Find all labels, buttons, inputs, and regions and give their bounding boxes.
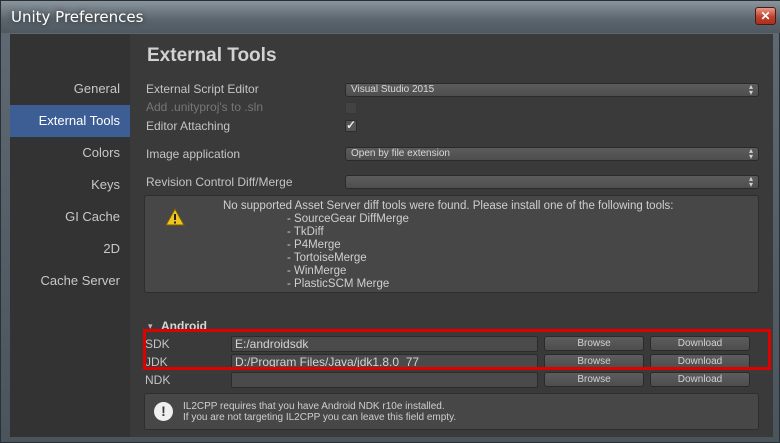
external-script-editor-label: External Script Editor bbox=[146, 82, 259, 96]
help-line-2: - TkDiff bbox=[287, 226, 324, 238]
info-icon: ! bbox=[154, 402, 173, 421]
add-unityproj-checkbox[interactable] bbox=[345, 102, 357, 114]
sidebar-item-external-tools[interactable]: External Tools bbox=[10, 105, 130, 137]
ndk-help-box: ! IL2CPP requires that you have Android … bbox=[144, 393, 759, 430]
dropdown-arrows-icon: ▴ ▾ bbox=[748, 146, 753, 161]
revision-control-label: Revision Control Diff/Merge bbox=[146, 175, 293, 189]
diff-tools-message: No supported Asset Server diff tools wer… bbox=[223, 200, 673, 291]
help-line-6: - PlasticSCM Merge bbox=[287, 278, 390, 290]
sidebar-item-colors[interactable]: Colors bbox=[10, 137, 130, 169]
close-icon: ✕ bbox=[760, 9, 771, 23]
sidebar: General External Tools Colors Keys GI Ca… bbox=[10, 34, 130, 437]
help-line-1: - SourceGear DiffMerge bbox=[287, 213, 409, 225]
sidebar-item-cache-server[interactable]: Cache Server bbox=[10, 265, 130, 297]
external-script-editor-dropdown[interactable]: Visual Studio 2015 ▴ ▾ bbox=[345, 83, 759, 97]
sidebar-item-general[interactable]: General bbox=[10, 73, 130, 105]
title-bar[interactable]: Unity Preferences ✕ bbox=[1, 1, 780, 33]
window-title: Unity Preferences bbox=[11, 8, 144, 26]
ndk-help-text: IL2CPP requires that you have Android ND… bbox=[183, 401, 456, 423]
window-client: General External Tools Colors Keys GI Ca… bbox=[10, 34, 773, 437]
image-application-dropdown[interactable]: Open by file extension ▴ ▾ bbox=[345, 147, 759, 161]
ndk-help-line-1: IL2CPP requires that you have Android ND… bbox=[183, 401, 445, 412]
sidebar-item-gi-cache[interactable]: GI Cache bbox=[10, 201, 130, 233]
sidebar-item-keys[interactable]: Keys bbox=[10, 169, 130, 201]
checkmark-icon: ✓ bbox=[346, 118, 357, 132]
main-panel: External Tools External Script Editor Vi… bbox=[130, 34, 773, 437]
ndk-help-line-2: If you are not targeting IL2CPP you can … bbox=[183, 412, 457, 423]
ndk-download-button[interactable]: Download bbox=[650, 372, 750, 387]
revision-control-dropdown[interactable]: ▴ ▾ bbox=[345, 175, 759, 189]
dropdown-arrows-icon: ▴ ▾ bbox=[748, 82, 753, 97]
warning-icon bbox=[165, 208, 185, 226]
page-title: External Tools bbox=[147, 45, 277, 66]
ndk-label: NDK bbox=[145, 373, 171, 387]
highlight-annotation bbox=[143, 329, 771, 370]
help-line-4: - TortoiseMerge bbox=[287, 252, 367, 264]
editor-attaching-checkbox[interactable]: ✓ bbox=[345, 118, 357, 132]
help-line-3: - P4Merge bbox=[287, 239, 341, 251]
add-unityproj-label: Add .unityproj's to .sln bbox=[146, 100, 264, 114]
external-script-editor-value: Visual Studio 2015 bbox=[351, 84, 435, 95]
editor-attaching-label: Editor Attaching bbox=[146, 119, 231, 133]
sidebar-item-2d[interactable]: 2D bbox=[10, 233, 130, 265]
preferences-window: Unity Preferences ✕ General External Too… bbox=[0, 0, 780, 443]
diff-tools-help-box: No supported Asset Server diff tools wer… bbox=[144, 195, 759, 293]
help-line-5: - WinMerge bbox=[287, 265, 347, 277]
ndk-path-field[interactable] bbox=[231, 372, 538, 388]
image-application-value: Open by file extension bbox=[351, 148, 450, 159]
image-application-label: Image application bbox=[146, 147, 241, 161]
help-line-0: No supported Asset Server diff tools wer… bbox=[223, 200, 674, 212]
close-button[interactable]: ✕ bbox=[755, 7, 776, 25]
dropdown-arrows-icon: ▴ ▾ bbox=[748, 174, 753, 189]
ndk-browse-button[interactable]: Browse bbox=[544, 372, 644, 387]
